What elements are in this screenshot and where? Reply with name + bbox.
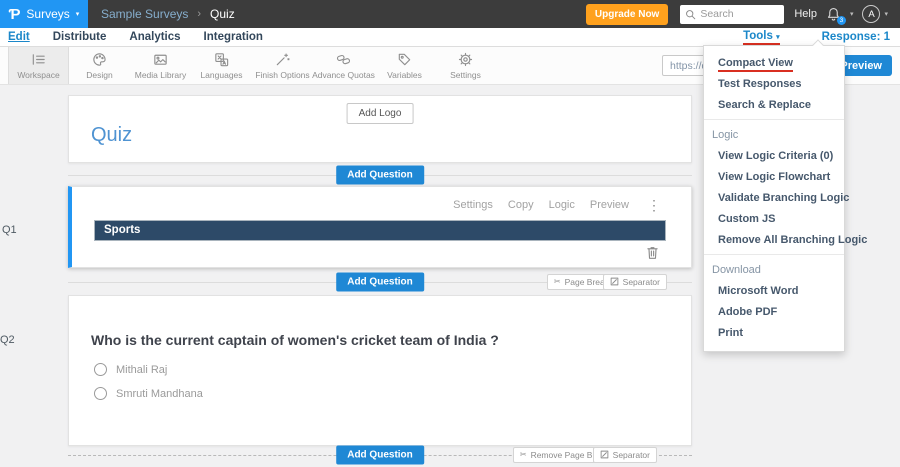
survey-header-card: Add Logo Quiz	[68, 95, 692, 163]
tab-integration[interactable]: Integration	[204, 31, 263, 43]
question-text[interactable]: Who is the current captain of women's cr…	[91, 332, 499, 348]
tool-finish-options[interactable]: Finish Options	[252, 47, 313, 84]
add-question-button[interactable]: Add Question	[336, 272, 424, 291]
menu-item-view-logic-criteria[interactable]: View Logic Criteria (0)	[704, 145, 844, 166]
chevron-down-icon: ▾	[884, 11, 888, 18]
menu-item-search-replace[interactable]: Search & Replace	[704, 94, 844, 115]
tab-analytics[interactable]: Analytics	[129, 31, 180, 43]
tool-languages[interactable]: Languages	[191, 47, 252, 84]
answer-option: Smruti Mandhana	[94, 387, 203, 400]
question-divider: Add Question	[68, 163, 692, 186]
scissors-icon: ✂	[519, 450, 527, 459]
group-header-field[interactable]: Sports	[94, 220, 666, 241]
chevron-down-icon: ▾	[849, 11, 854, 18]
avatar-initial: A	[868, 8, 875, 20]
option-label[interactable]: Smruti Mandhana	[116, 388, 203, 400]
question-copy-link[interactable]: Copy	[508, 199, 534, 211]
survey-builder-app: Ƥ Surveys ▾ Sample Surveys › Quiz Upgrad…	[0, 0, 900, 467]
response-count-link[interactable]: Response: 1	[822, 31, 890, 43]
menu-item-compact-view[interactable]: Compact View	[704, 52, 844, 73]
proprofs-logo-icon: Ƥ	[8, 5, 21, 23]
search-input[interactable]	[700, 8, 780, 20]
breadcrumb-parent[interactable]: Sample Surveys	[101, 7, 188, 21]
top-bar: Ƥ Surveys ▾ Sample Surveys › Quiz Upgrad…	[0, 0, 900, 28]
tools-menu-button[interactable]: Tools ▾	[743, 30, 780, 45]
wand-icon	[276, 53, 290, 66]
separator-icon	[600, 450, 608, 459]
tool-advance-quotas[interactable]: Advance Quotas	[312, 47, 375, 84]
chain-links-icon	[336, 54, 351, 65]
menu-item-test-responses[interactable]: Test Responses	[704, 73, 844, 94]
upgrade-now-button[interactable]: Upgrade Now	[585, 3, 669, 25]
menu-divider	[704, 254, 844, 255]
search-box[interactable]	[680, 4, 785, 24]
tool-variables[interactable]: Variables	[374, 47, 435, 84]
separator-button[interactable]: Separator	[602, 273, 667, 290]
workspace-list-icon	[32, 54, 45, 65]
survey-title[interactable]: Quiz	[91, 124, 132, 147]
menu-item-print[interactable]: Print	[704, 322, 844, 343]
kebab-menu-icon[interactable]: ⋮	[647, 198, 661, 212]
tag-icon	[398, 53, 411, 66]
tab-distribute[interactable]: Distribute	[53, 31, 107, 43]
question-settings-link[interactable]: Settings	[453, 199, 493, 211]
trash-icon	[647, 247, 658, 259]
menu-item-validate-branching-logic[interactable]: Validate Branching Logic	[704, 187, 849, 208]
menu-item-view-logic-flowchart[interactable]: View Logic Flowchart	[704, 166, 844, 187]
scissors-icon: ✂	[553, 277, 561, 286]
delete-question-button[interactable]	[646, 245, 659, 265]
image-icon	[154, 54, 167, 65]
question-number-q1: Q1	[2, 224, 17, 236]
question-card-q1: Settings Copy Logic Preview ⋮ Sports	[68, 186, 692, 268]
answer-option: Mithali Raj	[94, 363, 167, 376]
menu-item-remove-all-branching-logic[interactable]: Remove All Branching Logic	[704, 229, 867, 250]
add-question-button[interactable]: Add Question	[336, 445, 424, 464]
breadcrumb-current: Quiz	[210, 7, 235, 21]
breadcrumb-separator-icon: ›	[197, 8, 202, 20]
tool-workspace[interactable]: Workspace	[8, 47, 69, 84]
breadcrumb: Sample Surveys › Quiz	[101, 7, 235, 21]
question-logic-link[interactable]: Logic	[549, 199, 575, 211]
notifications-button[interactable]: 3	[826, 6, 846, 25]
notification-badge: 3	[836, 15, 846, 25]
question-preview-link[interactable]: Preview	[590, 199, 629, 211]
topbar-right: Upgrade Now Help 3 ▾ A ▾	[585, 3, 900, 25]
tab-edit[interactable]: Edit	[8, 31, 30, 43]
question-actions: Settings Copy Logic Preview ⋮	[453, 198, 661, 212]
chevron-down-icon: ▾	[75, 11, 80, 18]
page-break-divider: Add Question ✂ Remove Page Break Separat…	[68, 445, 692, 464]
radio-button[interactable]	[94, 387, 107, 400]
avatar[interactable]: A	[862, 5, 881, 23]
tool-design[interactable]: Design	[69, 47, 130, 84]
question-number-q2: Q2	[0, 334, 15, 346]
tool-settings[interactable]: Settings	[435, 47, 496, 84]
chevron-down-icon: ▾	[776, 33, 780, 41]
tool-media-library[interactable]: Media Library	[130, 47, 191, 84]
add-question-button[interactable]: Add Question	[336, 165, 424, 184]
palette-icon	[93, 53, 106, 66]
question-divider: Add Question ✂ Page Break Separator	[68, 268, 692, 295]
separator-button[interactable]: Separator	[592, 446, 657, 463]
help-link[interactable]: Help	[794, 8, 817, 20]
option-label[interactable]: Mithali Raj	[116, 364, 167, 376]
nav-left: Edit Distribute Analytics Integration	[0, 31, 263, 43]
separator-icon	[610, 277, 618, 286]
product-switcher[interactable]: Ƥ Surveys ▾	[0, 0, 88, 28]
tools-dropdown-menu: Compact View Test Responses Search & Rep…	[703, 39, 867, 352]
menu-item-adobe-pdf[interactable]: Adobe PDF	[704, 301, 844, 322]
add-logo-button[interactable]: Add Logo	[346, 103, 414, 124]
translate-icon	[215, 53, 229, 67]
search-icon	[686, 9, 696, 19]
gear-icon	[458, 52, 473, 67]
menu-section-logic: Logic	[712, 128, 739, 141]
question-card-q2: Who is the current captain of women's cr…	[68, 295, 692, 446]
product-label: Surveys	[26, 7, 70, 21]
menu-item-custom-js[interactable]: Custom JS	[704, 208, 844, 229]
menu-divider	[704, 119, 844, 120]
menu-section-download: Download	[712, 263, 761, 276]
radio-button[interactable]	[94, 363, 107, 376]
menu-item-microsoft-word[interactable]: Microsoft Word	[704, 280, 844, 301]
